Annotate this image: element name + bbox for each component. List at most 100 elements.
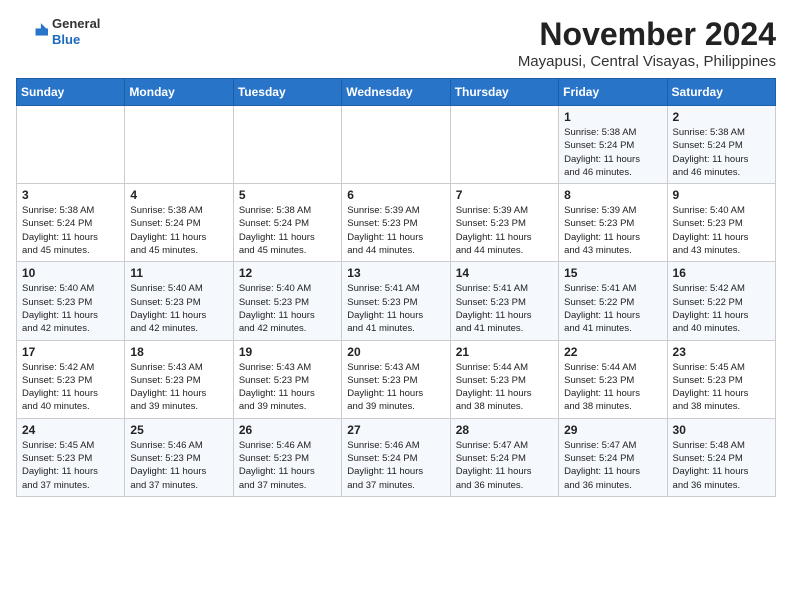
- day-number: 18: [130, 345, 227, 359]
- day-info: Sunrise: 5:45 AMSunset: 5:23 PMDaylight:…: [22, 439, 119, 492]
- calendar-week-1: 1 Sunrise: 5:38 AMSunset: 5:24 PMDaylight…: [17, 106, 776, 184]
- calendar-cell: 26 Sunrise: 5:46 AMSunset: 5:23 PMDayligh…: [233, 418, 341, 496]
- calendar-week-5: 24Sunrise: 5:45 AMSunset: 5:23 PMDayligh…: [17, 418, 776, 496]
- day-info: Sunrise: 5:39 AMSunset: 5:23 PMDaylight:…: [456, 204, 553, 257]
- calendar-cell: 12Sunrise: 5:40 AMSunset: 5:23 PMDayligh…: [233, 262, 341, 340]
- day-number: 13: [347, 266, 444, 280]
- calendar-cell: 27 Sunrise: 5:46 AMSunset: 5:24 PMDayligh…: [342, 418, 450, 496]
- calendar-cell: [450, 106, 558, 184]
- day-info: Sunrise: 5:46 AMSunset: 5:23 PMDaylight:…: [239, 439, 336, 492]
- weekday-header-wednesday: Wednesday: [342, 79, 450, 106]
- day-number: 29: [564, 423, 661, 437]
- day-info: Sunrise: 5:46 AMSunset: 5:23 PMDaylight:…: [130, 439, 227, 492]
- page-header: General Blue November 2024 Mayapusi, Cen…: [16, 16, 776, 70]
- day-info: Sunrise: 5:43 AMSunset: 5:23 PMDaylight:…: [347, 361, 444, 414]
- day-info: Sunrise: 5:41 AMSunset: 5:22 PMDaylight:…: [564, 282, 661, 335]
- day-info: Sunrise: 5:39 AMSunset: 5:23 PMDaylight:…: [347, 204, 444, 257]
- day-number: 25: [130, 423, 227, 437]
- page-title: November 2024: [518, 16, 776, 53]
- day-number: 3: [22, 188, 119, 202]
- day-number: 10: [22, 266, 119, 280]
- day-info: Sunrise: 5:46 AMSunset: 5:24 PMDaylight:…: [347, 439, 444, 492]
- calendar-cell: 16Sunrise: 5:42 AMSunset: 5:22 PMDayligh…: [667, 262, 775, 340]
- day-number: 30: [673, 423, 770, 437]
- calendar-cell: 6 Sunrise: 5:39 AMSunset: 5:23 PMDaylight…: [342, 184, 450, 262]
- calendar-cell: 4 Sunrise: 5:38 AMSunset: 5:24 PMDaylight…: [125, 184, 233, 262]
- calendar-week-2: 3 Sunrise: 5:38 AMSunset: 5:24 PMDaylight…: [17, 184, 776, 262]
- day-info: Sunrise: 5:38 AMSunset: 5:24 PMDaylight:…: [564, 126, 661, 179]
- calendar-header: SundayMondayTuesdayWednesdayThursdayFrid…: [17, 79, 776, 106]
- day-number: 1: [564, 110, 661, 124]
- day-number: 20: [347, 345, 444, 359]
- day-number: 12: [239, 266, 336, 280]
- day-info: Sunrise: 5:43 AMSunset: 5:23 PMDaylight:…: [239, 361, 336, 414]
- day-number: 26: [239, 423, 336, 437]
- calendar-cell: 29 Sunrise: 5:47 AMSunset: 5:24 PMDayligh…: [559, 418, 667, 496]
- weekday-header-tuesday: Tuesday: [233, 79, 341, 106]
- day-info: Sunrise: 5:39 AMSunset: 5:23 PMDaylight:…: [564, 204, 661, 257]
- calendar-cell: [342, 106, 450, 184]
- day-info: Sunrise: 5:38 AMSunset: 5:24 PMDaylight:…: [239, 204, 336, 257]
- page-subtitle: Mayapusi, Central Visayas, Philippines: [518, 53, 776, 70]
- day-info: Sunrise: 5:47 AMSunset: 5:24 PMDaylight:…: [564, 439, 661, 492]
- day-number: 15: [564, 266, 661, 280]
- day-info: Sunrise: 5:38 AMSunset: 5:24 PMDaylight:…: [22, 204, 119, 257]
- day-number: 21: [456, 345, 553, 359]
- logo-icon: [16, 16, 48, 48]
- calendar-cell: 2 Sunrise: 5:38 AMSunset: 5:24 PMDaylight…: [667, 106, 775, 184]
- calendar-cell: 25 Sunrise: 5:46 AMSunset: 5:23 PMDayligh…: [125, 418, 233, 496]
- calendar-cell: 22Sunrise: 5:44 AMSunset: 5:23 PMDayligh…: [559, 340, 667, 418]
- logo: General Blue: [16, 16, 100, 48]
- day-number: 16: [673, 266, 770, 280]
- calendar-cell: 14Sunrise: 5:41 AMSunset: 5:23 PMDayligh…: [450, 262, 558, 340]
- day-info: Sunrise: 5:40 AMSunset: 5:23 PMDaylight:…: [130, 282, 227, 335]
- calendar-week-4: 17Sunrise: 5:42 AMSunset: 5:23 PMDayligh…: [17, 340, 776, 418]
- day-number: 11: [130, 266, 227, 280]
- title-block: November 2024 Mayapusi, Central Visayas,…: [518, 16, 776, 70]
- calendar-cell: 21 Sunrise: 5:44 AMSunset: 5:23 PMDayligh…: [450, 340, 558, 418]
- calendar-cell: 15 Sunrise: 5:41 AMSunset: 5:22 PMDayligh…: [559, 262, 667, 340]
- calendar-cell: 23 Sunrise: 5:45 AMSunset: 5:23 PMDayligh…: [667, 340, 775, 418]
- day-number: 14: [456, 266, 553, 280]
- calendar-cell: 1 Sunrise: 5:38 AMSunset: 5:24 PMDaylight…: [559, 106, 667, 184]
- weekday-header-friday: Friday: [559, 79, 667, 106]
- day-info: Sunrise: 5:48 AMSunset: 5:24 PMDaylight:…: [673, 439, 770, 492]
- day-number: 5: [239, 188, 336, 202]
- calendar-cell: 9Sunrise: 5:40 AMSunset: 5:23 PMDaylight…: [667, 184, 775, 262]
- day-info: Sunrise: 5:38 AMSunset: 5:24 PMDaylight:…: [673, 126, 770, 179]
- day-number: 28: [456, 423, 553, 437]
- calendar-cell: 24Sunrise: 5:45 AMSunset: 5:23 PMDayligh…: [17, 418, 125, 496]
- day-info: Sunrise: 5:45 AMSunset: 5:23 PMDaylight:…: [673, 361, 770, 414]
- calendar-cell: 30 Sunrise: 5:48 AMSunset: 5:24 PMDayligh…: [667, 418, 775, 496]
- day-number: 4: [130, 188, 227, 202]
- day-info: Sunrise: 5:42 AMSunset: 5:23 PMDaylight:…: [22, 361, 119, 414]
- day-number: 23: [673, 345, 770, 359]
- day-number: 9: [673, 188, 770, 202]
- weekday-header-thursday: Thursday: [450, 79, 558, 106]
- calendar-cell: 13Sunrise: 5:41 AMSunset: 5:23 PMDayligh…: [342, 262, 450, 340]
- calendar-cell: [233, 106, 341, 184]
- calendar-cell: 3 Sunrise: 5:38 AMSunset: 5:24 PMDaylight…: [17, 184, 125, 262]
- weekday-header-saturday: Saturday: [667, 79, 775, 106]
- day-number: 2: [673, 110, 770, 124]
- calendar-cell: [125, 106, 233, 184]
- day-info: Sunrise: 5:44 AMSunset: 5:23 PMDaylight:…: [456, 361, 553, 414]
- logo-text: General Blue: [52, 16, 100, 47]
- calendar-week-3: 10 Sunrise: 5:40 AMSunset: 5:23 PMDayligh…: [17, 262, 776, 340]
- weekday-header-monday: Monday: [125, 79, 233, 106]
- calendar-cell: 7Sunrise: 5:39 AMSunset: 5:23 PMDaylight…: [450, 184, 558, 262]
- calendar-body: 1 Sunrise: 5:38 AMSunset: 5:24 PMDaylight…: [17, 106, 776, 497]
- calendar-cell: 18 Sunrise: 5:43 AMSunset: 5:23 PMDayligh…: [125, 340, 233, 418]
- day-number: 8: [564, 188, 661, 202]
- weekday-header-sunday: Sunday: [17, 79, 125, 106]
- day-info: Sunrise: 5:40 AMSunset: 5:23 PMDaylight:…: [22, 282, 119, 335]
- day-number: 6: [347, 188, 444, 202]
- calendar-cell: 10 Sunrise: 5:40 AMSunset: 5:23 PMDayligh…: [17, 262, 125, 340]
- calendar-cell: 19Sunrise: 5:43 AMSunset: 5:23 PMDayligh…: [233, 340, 341, 418]
- day-number: 27: [347, 423, 444, 437]
- day-info: Sunrise: 5:38 AMSunset: 5:24 PMDaylight:…: [130, 204, 227, 257]
- day-info: Sunrise: 5:47 AMSunset: 5:24 PMDaylight:…: [456, 439, 553, 492]
- day-number: 22: [564, 345, 661, 359]
- day-info: Sunrise: 5:43 AMSunset: 5:23 PMDaylight:…: [130, 361, 227, 414]
- calendar-cell: 17Sunrise: 5:42 AMSunset: 5:23 PMDayligh…: [17, 340, 125, 418]
